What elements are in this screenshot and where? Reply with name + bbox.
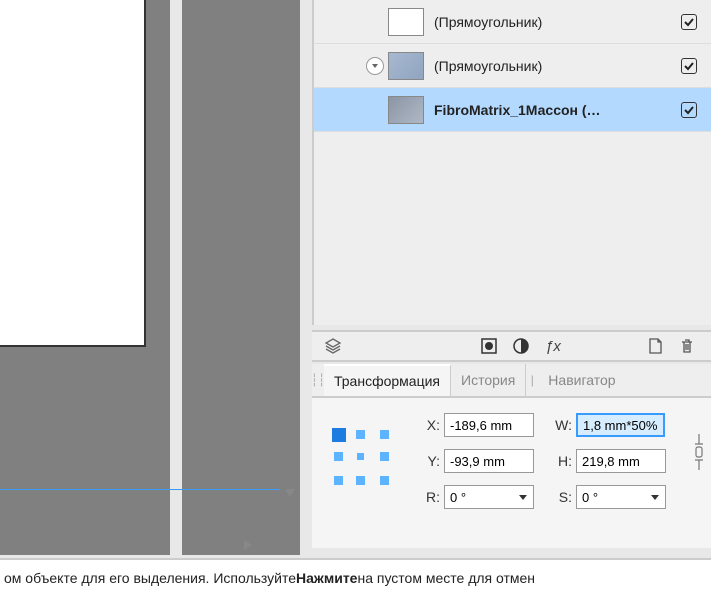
y-input[interactable] [444, 449, 534, 473]
layer-expand-toggle[interactable] [366, 57, 384, 75]
anchor-point-selector[interactable] [332, 428, 390, 486]
x-input[interactable] [444, 413, 534, 437]
status-text-pre: ом объекте для его выделения. Используйт… [4, 570, 296, 586]
panel-grip[interactable]: ┆┆ [312, 364, 324, 396]
layer-row[interactable]: (Прямоугольник) [314, 0, 711, 44]
w-label: W: [550, 417, 572, 433]
layers-panel: (Прямоугольник) (Прямоугольник) FibroMat… [312, 0, 711, 325]
scroll-indicator-horizontal[interactable] [244, 540, 252, 550]
layer-thumbnail [388, 96, 424, 124]
adjustment-icon[interactable] [511, 336, 531, 356]
layer-visibility-checkbox[interactable] [681, 14, 697, 30]
layer-thumbnail [388, 8, 424, 36]
x-label: X: [418, 417, 440, 433]
y-label: Y: [418, 453, 440, 469]
s-select[interactable]: 0 ° [576, 485, 666, 509]
layer-visibility-checkbox[interactable] [681, 58, 697, 74]
guide-line[interactable] [0, 489, 280, 490]
layer-label: (Прямоугольник) [434, 14, 681, 30]
r-label: R: [418, 489, 440, 505]
w-input[interactable] [576, 413, 665, 437]
s-label: S: [550, 489, 572, 505]
panel-divider [170, 0, 182, 555]
status-text-bold: Нажмите [296, 570, 357, 586]
tab-divider: | [526, 364, 538, 396]
layer-thumbnail [388, 52, 424, 80]
layers-icon-bar: ƒx [312, 330, 711, 362]
status-bar: ом объекте для его выделения. Используйт… [0, 558, 711, 596]
scroll-indicator-vertical[interactable] [285, 489, 295, 497]
link-aspect-icon[interactable] [693, 430, 705, 474]
layer-row-selected[interactable]: FibroMatrix_1Массон (… [314, 88, 711, 132]
layer-visibility-checkbox[interactable] [681, 102, 697, 118]
h-input[interactable] [576, 449, 666, 473]
status-text-post: на пустом месте для отмен [357, 570, 535, 586]
transform-panel: X: W: Y: H: R: 0 ° S: 0 ° [312, 398, 711, 548]
fx-icon[interactable]: ƒx [543, 336, 563, 356]
panel-tabs: ┆┆ Трансформация История | Навигатор [312, 364, 711, 398]
tab-history[interactable]: История [451, 364, 526, 396]
tab-transform[interactable]: Трансформация [324, 364, 451, 396]
blend-mode-icon[interactable] [323, 336, 343, 356]
canvas-page[interactable] [0, 0, 146, 347]
trash-icon[interactable] [677, 336, 697, 356]
mask-icon[interactable] [479, 336, 499, 356]
r-select[interactable]: 0 ° [444, 485, 534, 509]
layer-row[interactable]: (Прямоугольник) [314, 44, 711, 88]
layer-label: (Прямоугольник) [434, 58, 681, 74]
h-label: H: [550, 453, 572, 469]
layer-label: FibroMatrix_1Массон (… [434, 102, 681, 118]
new-layer-icon[interactable] [645, 336, 665, 356]
canvas-area[interactable] [0, 0, 300, 555]
tab-navigator[interactable]: Навигатор [538, 364, 625, 396]
